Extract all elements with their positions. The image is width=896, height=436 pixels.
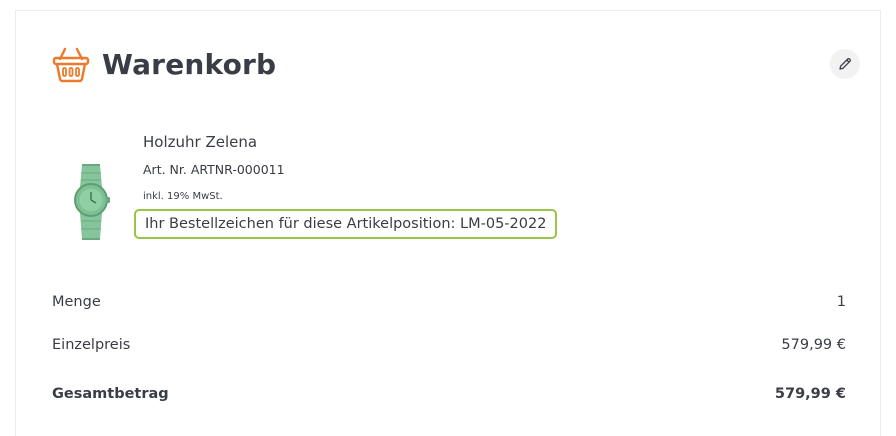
edit-cart-button[interactable] — [830, 49, 860, 79]
page-title: Warenkorb — [102, 48, 277, 81]
pencil-icon — [838, 57, 852, 71]
total-row: Gesamtbetrag 579,99 € — [52, 386, 846, 406]
quantity-row: Menge 1 — [52, 294, 846, 314]
quantity-value: 1 — [836, 294, 846, 310]
article-number: Art. Nr. ARTNR-000011 — [143, 162, 285, 177]
unit-price-label: Einzelpreis — [52, 337, 131, 353]
cart-header: Warenkorb — [52, 47, 860, 87]
unit-price-value: 579,99 € — [781, 337, 846, 353]
cart-line-item: Holzuhr Zelena Art. Nr. ARTNR-000011 ink… — [52, 131, 846, 261]
cart-card: Warenkorb Holzuhr Zelena Art. Nr. ARTNR-… — [15, 10, 881, 436]
product-image[interactable] — [68, 161, 118, 243]
total-value: 579,99 € — [774, 386, 846, 402]
basket-icon — [52, 47, 90, 83]
total-label: Gesamtbetrag — [52, 386, 169, 402]
product-name[interactable]: Holzuhr Zelena — [143, 133, 257, 151]
quantity-label: Menge — [52, 294, 101, 310]
tax-note: inkl. 19% MwSt. — [143, 191, 223, 202]
unit-price-row: Einzelpreis 579,99 € — [52, 337, 846, 357]
order-reference: Ihr Bestellzeichen für diese Artikelposi… — [134, 209, 558, 239]
